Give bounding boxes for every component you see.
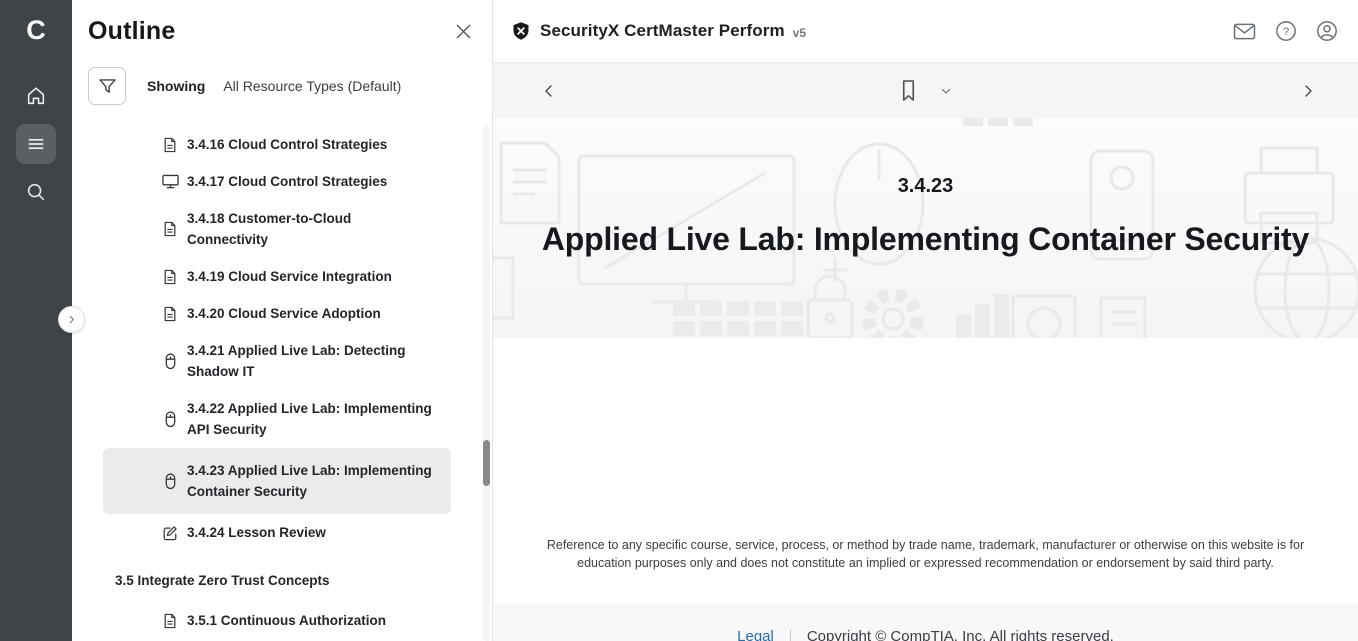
- page-footer: Legal Copyright © CompTIA, Inc. All righ…: [493, 603, 1358, 641]
- filter-row: Showing All Resource Types (Default): [88, 67, 492, 105]
- footer-divider: [790, 629, 791, 641]
- lesson-title: Applied Live Lab: Implementing Container…: [493, 221, 1358, 258]
- outline-item[interactable]: 3.4.18 Customer-to-Cloud Connectivity: [103, 200, 451, 258]
- account-icon[interactable]: [1316, 20, 1338, 42]
- course-title: SecurityX CertMaster Perform: [540, 21, 785, 41]
- lesson-toolbar: [493, 62, 1358, 118]
- outline-item[interactable]: 3.4.20 Cloud Service Adoption: [103, 295, 451, 332]
- svg-text:?: ?: [1283, 26, 1289, 38]
- outline-item[interactable]: 3.4.17 Cloud Control Strategies: [103, 163, 451, 200]
- outline-title: Outline: [88, 17, 176, 46]
- collapse-panel-button[interactable]: [58, 306, 85, 333]
- mouse-icon: [161, 411, 179, 428]
- outline-item[interactable]: 3.5.1 Continuous Authorization: [103, 602, 451, 639]
- close-icon[interactable]: [453, 21, 474, 42]
- chevron-down-icon[interactable]: [940, 85, 952, 97]
- app-window: C Outline Showing: [0, 0, 1358, 641]
- course-version: v5: [793, 26, 806, 40]
- outline-panel: Outline Showing All Resource Types (Defa…: [72, 0, 492, 641]
- outline-section: 3.5 Integrate Zero Trust Concepts: [103, 561, 451, 600]
- mouse-icon: [161, 473, 179, 490]
- document-icon: [161, 306, 179, 322]
- outline-item[interactable]: 3.4.21 Applied Live Lab: Detecting Shado…: [103, 332, 451, 390]
- document-icon: [161, 221, 179, 237]
- showing-label: Showing: [147, 78, 205, 94]
- home-icon[interactable]: [16, 76, 56, 116]
- outline-item[interactable]: 3.4.16 Cloud Control Strategies: [103, 126, 451, 163]
- copyright-text: Copyright © CompTIA, Inc. All rights res…: [807, 628, 1114, 641]
- outline-item[interactable]: 3.4.22 Applied Live Lab: Implementing AP…: [103, 390, 451, 448]
- document-icon: [161, 269, 179, 285]
- chevron-right-icon: [1300, 83, 1316, 99]
- outline-item[interactable]: 3.4.24 Lesson Review: [103, 514, 451, 551]
- lesson-body: Reference to any specific course, servic…: [493, 338, 1358, 603]
- outline-item[interactable]: 3.4.19 Cloud Service Integration: [103, 258, 451, 295]
- scrollbar-thumb[interactable]: [483, 440, 490, 486]
- outline-scrollbar[interactable]: [483, 125, 490, 641]
- legal-link[interactable]: Legal: [737, 628, 774, 641]
- bookmark-group: [493, 79, 1358, 102]
- next-button[interactable]: [1300, 83, 1316, 99]
- bookmark-icon[interactable]: [899, 79, 918, 102]
- comptia-logo: C: [26, 10, 46, 50]
- mouse-icon: [161, 353, 179, 370]
- search-icon[interactable]: [16, 172, 56, 212]
- edit-icon: [161, 525, 179, 541]
- rail-nav: [16, 76, 56, 212]
- document-icon: [161, 137, 179, 153]
- monitor-icon: [161, 174, 179, 189]
- help-icon[interactable]: ?: [1275, 20, 1297, 42]
- filter-icon: [97, 76, 118, 97]
- menu-icon[interactable]: [16, 124, 56, 164]
- chevron-right-icon: [66, 314, 77, 325]
- outline-item-current[interactable]: 3.4.23 Applied Live Lab: Implementing Co…: [103, 448, 451, 514]
- app-header: SecurityX CertMaster Perform v5 ?: [493, 0, 1358, 62]
- header-actions: ?: [1233, 20, 1338, 42]
- mail-icon[interactable]: [1233, 22, 1256, 41]
- document-icon: [161, 613, 179, 629]
- course-brand: SecurityX CertMaster Perform v5: [511, 21, 806, 41]
- filter-value: All Resource Types (Default): [223, 78, 401, 94]
- outline-list: 3.4.16 Cloud Control Strategies 3.4.17 C…: [72, 126, 492, 639]
- filter-button[interactable]: [88, 67, 126, 105]
- lesson-number: 3.4.23: [493, 175, 1358, 198]
- main-area: SecurityX CertMaster Perform v5 ?: [492, 0, 1358, 641]
- shield-x-icon: [511, 21, 531, 41]
- disclaimer-text: Reference to any specific course, servic…: [531, 536, 1321, 572]
- lesson-banner: 3.4.23 Applied Live Lab: Implementing Co…: [493, 118, 1358, 338]
